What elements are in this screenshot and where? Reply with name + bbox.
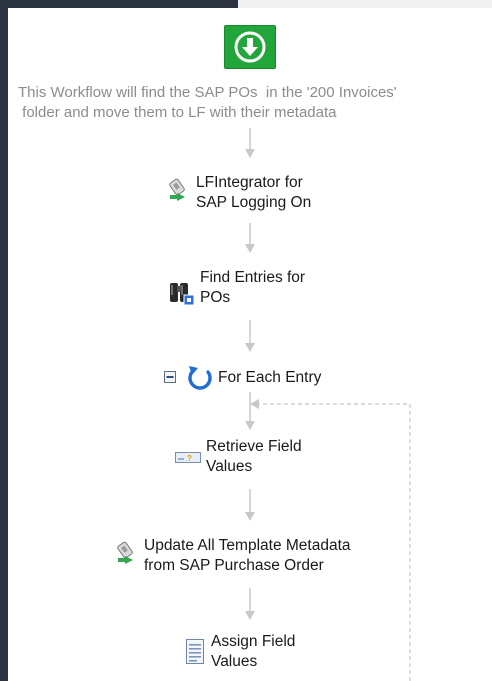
activity-for-each-entry-label[interactable]: For Each Entry xyxy=(218,368,321,388)
lfintegrator-icon xyxy=(114,540,140,566)
collapse-toggle-icon[interactable] xyxy=(164,370,176,383)
workflow-start-node[interactable] xyxy=(224,25,276,69)
start-down-arrow-icon xyxy=(234,31,266,63)
field-tag-icon: ? xyxy=(175,450,201,464)
activity-assign-field-values-label[interactable]: Assign Field Values xyxy=(211,632,295,672)
activity-find-entries-label[interactable]: Find Entries for POs xyxy=(200,268,305,308)
window-frame-left xyxy=(0,0,8,681)
window-frame-top-light xyxy=(238,0,492,8)
workflow-description: This Workflow will find the SAP POs in t… xyxy=(18,84,397,121)
binoculars-icon xyxy=(168,280,196,306)
lfintegrator-icon xyxy=(166,177,192,203)
activity-retrieve-field-values-label[interactable]: Retrieve Field Values xyxy=(206,437,302,477)
activity-update-template-metadata-label[interactable]: Update All Template Metadata from SAP Pu… xyxy=(144,536,351,576)
connector-arrow xyxy=(245,223,255,253)
connector-arrow xyxy=(245,588,255,620)
connector-arrow xyxy=(245,320,255,352)
activity-lfintegrator-label[interactable]: LFIntegrator for SAP Logging On xyxy=(196,173,311,213)
connector-arrow xyxy=(245,128,255,158)
window-frame-top xyxy=(0,0,238,8)
svg-text:?: ? xyxy=(187,454,192,463)
connector-arrow xyxy=(245,489,255,521)
loop-icon xyxy=(186,364,214,392)
document-icon xyxy=(184,638,206,666)
